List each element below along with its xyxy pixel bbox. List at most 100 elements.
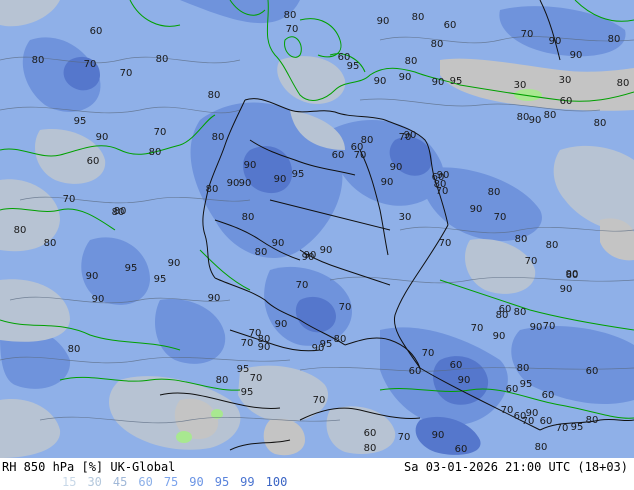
contour-label: 80: [405, 56, 418, 67]
contour-label: 70: [354, 150, 367, 161]
contour-label: 80: [546, 240, 559, 251]
legend-level: 75: [163, 475, 179, 489]
contour-label: 60: [450, 360, 463, 371]
contour-label: 90: [381, 177, 394, 188]
contour-label: 80: [617, 78, 630, 89]
contour-label: 60: [455, 444, 468, 455]
contour-label: 80: [431, 39, 444, 50]
contour-label: 80: [517, 363, 530, 374]
contour-label: 30: [559, 75, 572, 86]
contour-label: 80: [206, 184, 219, 195]
contour-label: 90: [560, 284, 573, 295]
contour-label: 90: [549, 36, 562, 47]
contour-label: 60: [444, 20, 457, 31]
contour-label: 80: [32, 55, 45, 66]
contour-label: 70: [84, 59, 97, 70]
contour-label: 70: [422, 348, 435, 359]
contour-label: 80: [586, 415, 599, 426]
contour-label: 90: [275, 319, 288, 330]
contour-label: 80: [156, 54, 169, 65]
contour-label: 90: [529, 115, 542, 126]
contour-label: 80: [514, 307, 527, 318]
contour-label: 80: [364, 443, 377, 454]
contour-label: 80: [149, 147, 162, 158]
contour-label: 95: [347, 61, 360, 72]
contour-label: 90: [320, 245, 333, 256]
contour-label: 70: [313, 395, 326, 406]
contour-label: 70: [521, 29, 534, 40]
contour-label: 80: [284, 10, 297, 21]
contour-label: 80: [517, 112, 530, 123]
contour-label: 70: [439, 238, 452, 249]
contour-label: 95: [154, 274, 167, 285]
contour-label: 70: [241, 338, 254, 349]
contour-label: 80: [208, 90, 221, 101]
contour-label: 90: [390, 162, 403, 173]
contour-label: 70: [250, 373, 263, 384]
contour-label: 70: [501, 405, 514, 416]
contour-label: 30: [399, 212, 412, 223]
legend-level: 100: [265, 475, 288, 489]
contour-label: 95: [125, 263, 138, 274]
contour-label: 70: [525, 256, 538, 267]
contour-label: 90: [470, 204, 483, 215]
legend-level: 60: [138, 475, 153, 489]
contour-label: 90: [92, 294, 105, 305]
contour-label: 90: [437, 170, 450, 181]
contour-label: 90: [530, 322, 543, 333]
contour-label: 60: [542, 390, 555, 401]
contour-label: 90: [208, 293, 221, 304]
contour-label: 70: [296, 280, 309, 291]
contour-label: 80: [14, 225, 27, 236]
legend-level: 45: [112, 475, 128, 489]
legend-level: 95: [214, 475, 230, 489]
contour-label: 70: [63, 194, 76, 205]
contour-label: 30: [514, 80, 527, 91]
contour-label: 90: [272, 238, 285, 249]
contour-label: 70: [154, 127, 167, 138]
contour-label: 60: [87, 156, 100, 167]
contour-label: 95: [237, 364, 250, 375]
contour-label: 90: [168, 258, 181, 269]
contour-label: 90: [239, 178, 252, 189]
contour-label: 80: [255, 247, 268, 258]
legend-level: 90: [189, 475, 204, 489]
contour-label: 70: [471, 323, 484, 334]
contour-label: 70: [120, 68, 133, 79]
contour-label: 60: [364, 428, 377, 439]
contour-label: 80: [594, 118, 607, 129]
contour-label: 60: [586, 366, 599, 377]
contour-label: 80: [216, 375, 229, 386]
contour-label: 80: [212, 132, 225, 143]
footer: RH 850 hPa [%] UK-Global Sa 03-01-2026 2…: [0, 458, 634, 490]
contour-label: 80: [544, 110, 557, 121]
contour-label: 80: [258, 334, 271, 345]
contour-label: 60: [514, 411, 527, 422]
contour-label: 60: [409, 366, 422, 377]
contour-label: 70: [556, 423, 569, 434]
contour-label: 60: [540, 416, 553, 427]
contour-label: 90: [274, 174, 287, 185]
contour-label: 60: [499, 304, 512, 315]
contour-label: 80: [112, 207, 125, 218]
contour-label: 80: [44, 238, 57, 249]
legend-level: 99: [240, 475, 255, 489]
contour-label: 70: [398, 432, 411, 443]
contour-label: 90: [570, 50, 583, 61]
contour-label: 80: [608, 34, 621, 45]
contour-label: 70: [543, 321, 556, 332]
contour-label: 95: [320, 339, 333, 350]
contour-label: 60: [332, 150, 345, 161]
contour-label: 90: [86, 271, 99, 282]
contour-label: 90: [244, 160, 257, 171]
contour-label: 60: [506, 384, 519, 395]
contour-label: 60: [90, 26, 103, 37]
contour-label: 80: [242, 212, 255, 223]
humidity-map: 8070906080 707080809590 70 8060809090809095…: [0, 0, 634, 458]
contour-label: 90: [304, 250, 317, 261]
valid-time-label: Sa 03-01-2026 21:00 UTC (18+03): [404, 460, 628, 474]
color-legend: 15 30 45 60 75 90 95 99 100: [62, 475, 298, 489]
contour-label: 90: [493, 331, 506, 342]
contour-label: 90: [432, 77, 445, 88]
contour-label: 90: [458, 375, 471, 386]
